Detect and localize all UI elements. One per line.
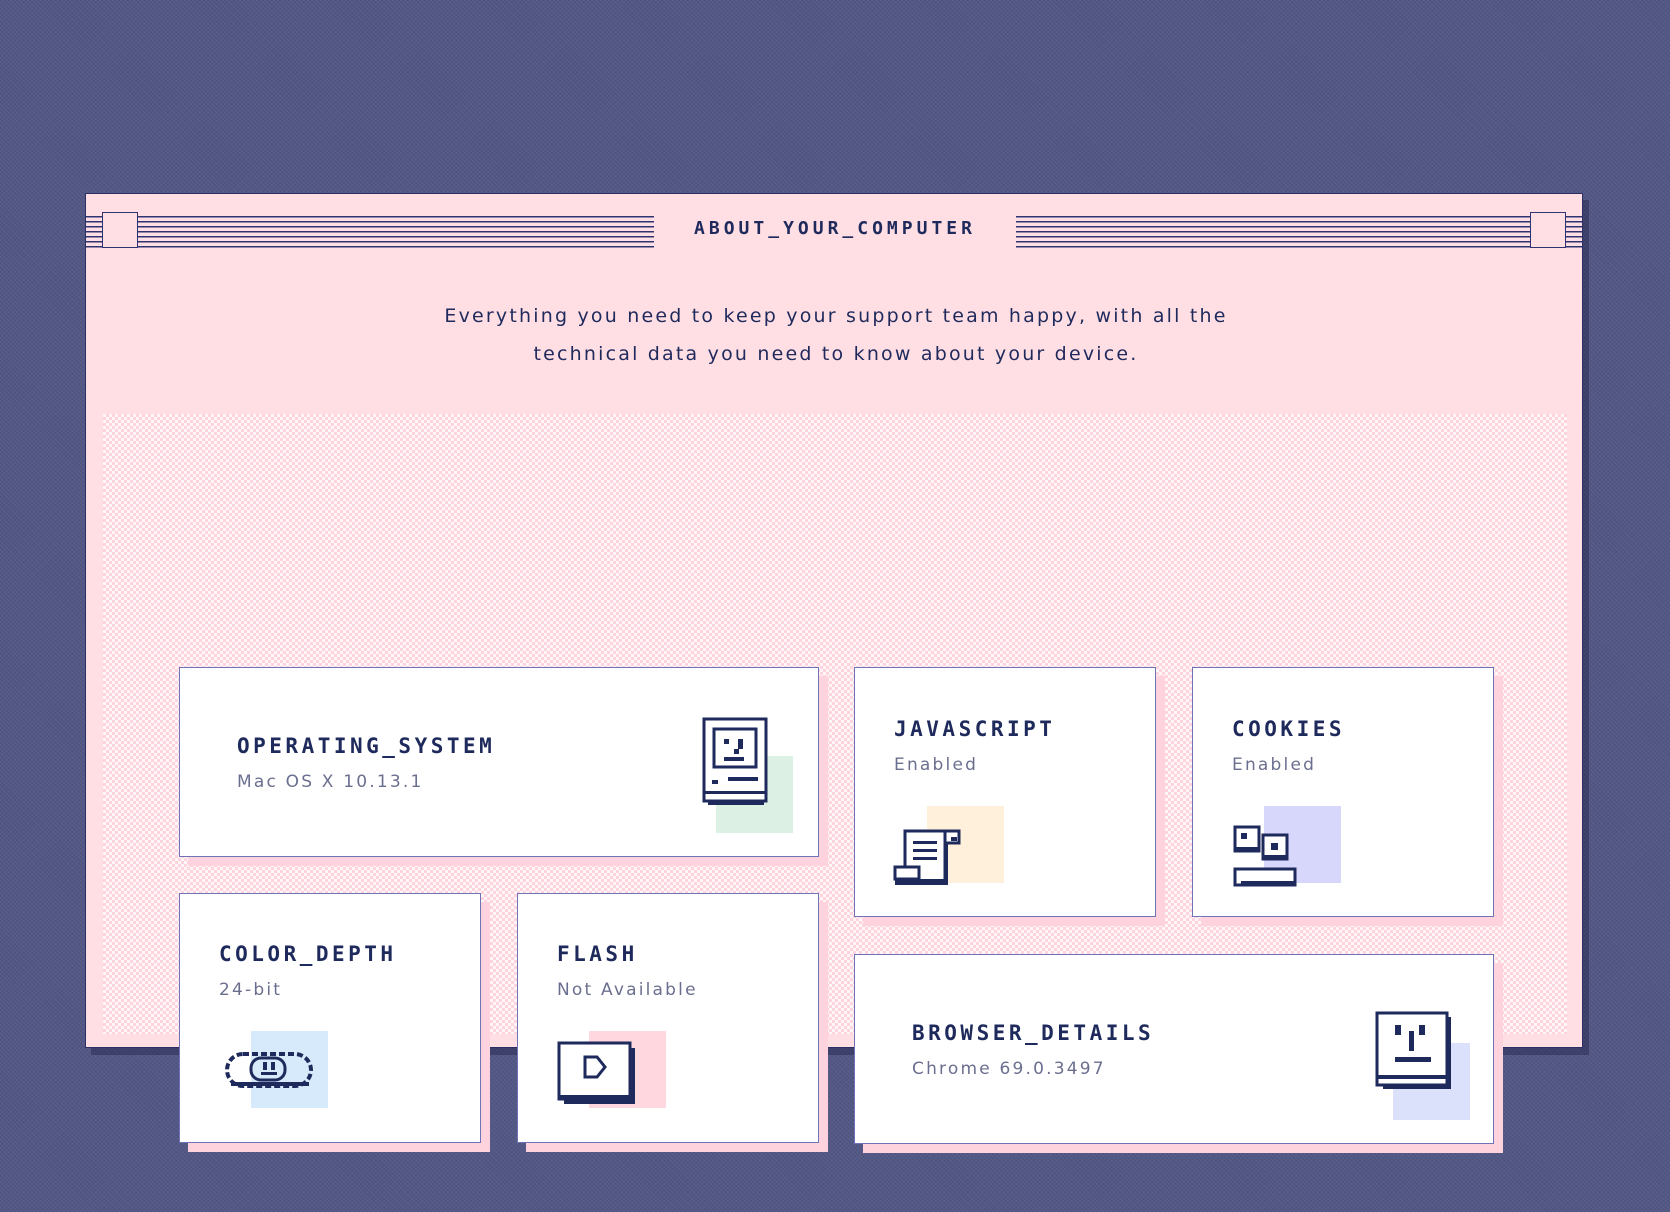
card-value: Chrome 69.0.3497 <box>912 1059 1106 1079</box>
card-title: BROWSER_DETAILS <box>912 1021 1155 1045</box>
card-value: 24-bit <box>219 980 283 1000</box>
zoom-box-button[interactable] <box>1530 212 1566 248</box>
play-window-icon <box>557 1041 637 1109</box>
scroll-document-icon <box>893 829 965 893</box>
title-bar[interactable]: ABOUT_YOUR_COMPUTER <box>86 210 1582 249</box>
card-title: COLOR_DEPTH <box>219 942 397 966</box>
card-javascript: JAVASCRIPT Enabled <box>854 667 1156 917</box>
card-color-depth: COLOR_DEPTH 24-bit <box>179 893 481 1143</box>
eye-capsule-icon <box>219 1048 319 1098</box>
about-window: ABOUT_YOUR_COMPUTER Everything you need … <box>85 193 1583 1144</box>
card-title: FLASH <box>557 942 638 966</box>
card-value: Mac OS X 10.13.1 <box>237 772 424 792</box>
title-bar-stripes-right <box>1016 216 1582 249</box>
cookie-plate-icon <box>1231 823 1303 897</box>
title-bar-stripes-left <box>86 216 654 249</box>
intro-line-1: Everything you need to keep your support… <box>444 305 1228 327</box>
card-title: OPERATING_SYSTEM <box>237 734 496 758</box>
card-value: Enabled <box>1232 755 1317 775</box>
card-operating-system: OPERATING_SYSTEM Mac OS X 10.13.1 <box>179 667 819 857</box>
intro-line-2: technical data you need to know about yo… <box>533 343 1139 365</box>
card-flash: FLASH Not Available <box>517 893 819 1143</box>
close-box-button[interactable] <box>102 212 138 248</box>
card-cookies: COOKIES Enabled <box>1192 667 1494 917</box>
card-value: Enabled <box>894 755 979 775</box>
card-value: Not Available <box>557 980 698 1000</box>
intro-text: Everything you need to keep your support… <box>386 297 1286 373</box>
classic-computer-icon <box>702 717 772 811</box>
card-title: JAVASCRIPT <box>894 717 1056 741</box>
card-browser-details: BROWSER_DETAILS Chrome 69.0.3497 <box>854 954 1494 1144</box>
window-title: ABOUT_YOUR_COMPUTER <box>694 218 976 239</box>
smiley-screen-icon <box>1375 1011 1455 1095</box>
card-title: COOKIES <box>1232 717 1346 741</box>
info-panel: OPERATING_SYSTEM Mac OS X 10.13.1 JAVASC… <box>103 414 1567 1144</box>
